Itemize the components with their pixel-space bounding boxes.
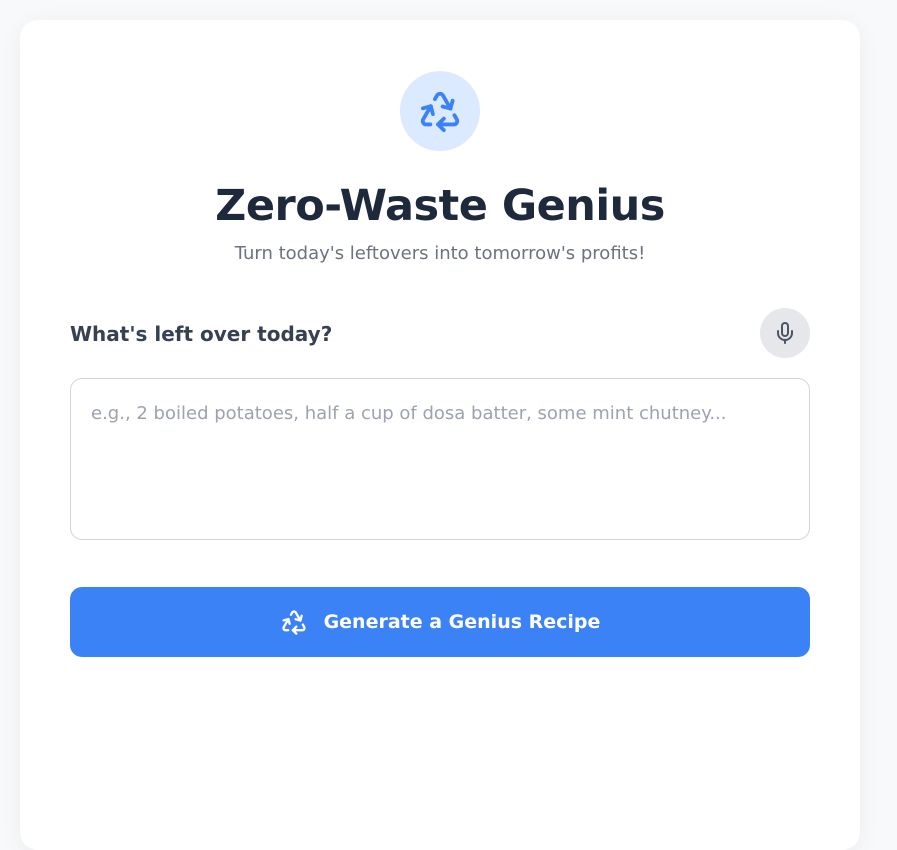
generate-button-label: Generate a Genius Recipe bbox=[323, 611, 601, 633]
generate-recipe-button[interactable]: Generate a Genius Recipe bbox=[70, 587, 810, 657]
microphone-icon bbox=[773, 321, 797, 345]
voice-input-button[interactable] bbox=[760, 308, 810, 358]
main-card: Zero-Waste Genius Turn today's leftovers… bbox=[20, 20, 860, 850]
leftovers-textarea[interactable] bbox=[70, 378, 810, 540]
recycle-icon bbox=[280, 608, 308, 636]
leftovers-label: What's left over today? bbox=[70, 322, 333, 346]
recycle-icon bbox=[417, 88, 463, 134]
app-title: Zero-Waste Genius bbox=[215, 181, 665, 231]
app-subtitle: Turn today's leftovers into tomorrow's p… bbox=[234, 243, 646, 264]
logo-badge bbox=[400, 71, 480, 151]
